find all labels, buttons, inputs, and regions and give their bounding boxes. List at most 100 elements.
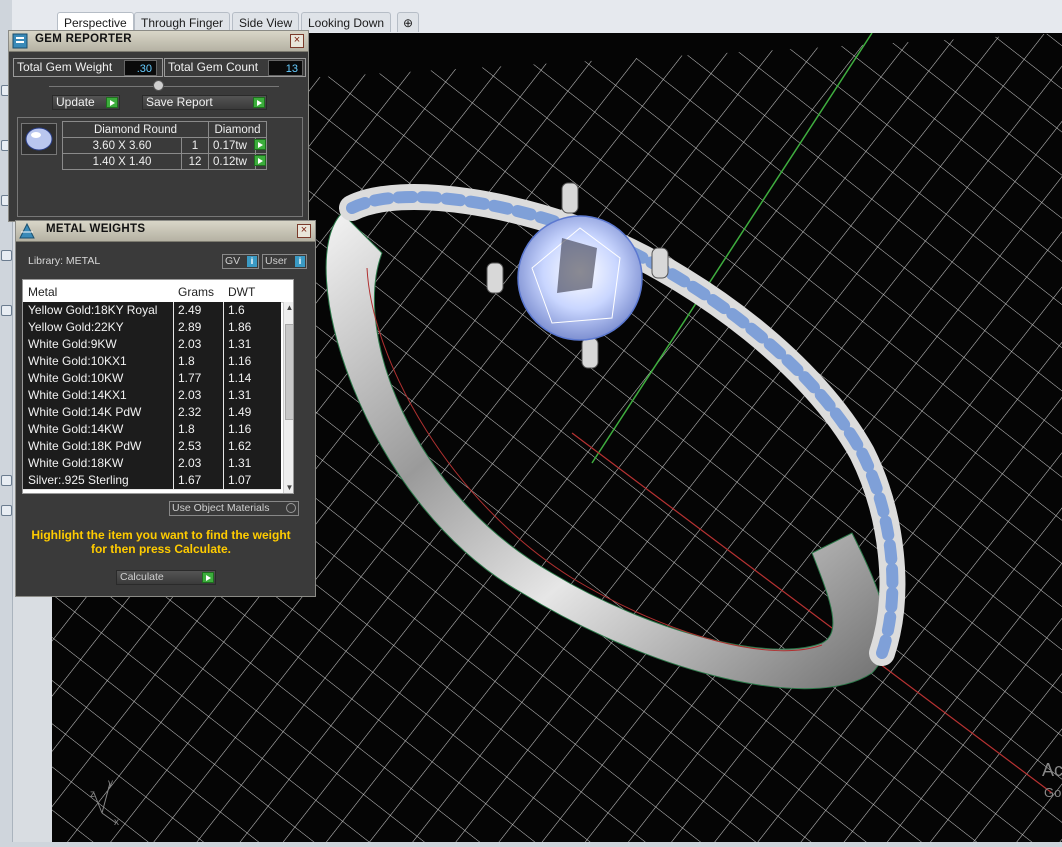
metal-weights-titlebar[interactable]: METAL WEIGHTS ×: [16, 221, 315, 242]
tool-icon[interactable]: [1, 250, 12, 261]
metal-name: Silver:.925 Sterling: [28, 473, 129, 487]
metal-dwt: 1.16: [228, 422, 252, 436]
tab-through-finger[interactable]: Through Finger: [134, 12, 231, 32]
save-report-button[interactable]: Save Report: [142, 95, 267, 110]
metal-table-row[interactable]: White Gold:14K PdW 2.32 1.49: [23, 404, 281, 422]
gem-row-select-button[interactable]: [254, 153, 267, 170]
gem-row[interactable]: 1.40 X 1.40 12 0.12tw: [62, 153, 267, 170]
column-divider: [173, 421, 174, 438]
metal-table-row[interactable]: White Gold:9KW 2.03 1.31: [23, 336, 281, 354]
column-divider: [173, 438, 174, 455]
grams-column-header[interactable]: Grams: [178, 285, 214, 299]
tab-side-view[interactable]: Side View: [232, 12, 300, 32]
total-gem-count-label: Total Gem Count: [168, 60, 259, 74]
metal-grams: 2.53: [178, 439, 202, 453]
metal-table-row[interactable]: Silver:.925 Sterling 1.67 1.07: [23, 472, 281, 490]
column-divider: [223, 438, 224, 455]
column-divider: [223, 421, 224, 438]
metal-dwt: 1.31: [228, 456, 252, 470]
column-divider: [223, 387, 224, 404]
metal-weights-title: METAL WEIGHTS: [46, 223, 146, 235]
axis-y-label: y: [108, 778, 113, 789]
metal-table-row[interactable]: White Gold:18K PdW 2.53 1.62: [23, 438, 281, 456]
scroll-down-icon[interactable]: ▼: [285, 483, 293, 492]
save-report-label: Save Report: [146, 95, 213, 109]
metal-name: White Gold:10KX1: [28, 354, 127, 368]
gem-report-icon: [11, 32, 29, 50]
tool-icon[interactable]: [1, 305, 12, 316]
user-button[interactable]: User i: [262, 254, 307, 269]
slider-track: [49, 86, 279, 87]
play-icon: [202, 572, 214, 583]
metal-name: White Gold:14KW: [28, 422, 124, 436]
metal-name: White Gold:10KW: [28, 371, 124, 385]
gem-row[interactable]: 3.60 X 3.60 1 0.17tw: [62, 137, 267, 154]
column-divider: [173, 404, 174, 421]
user-label: User: [265, 255, 288, 267]
close-icon[interactable]: ×: [290, 34, 304, 48]
column-divider: [223, 336, 224, 353]
metal-weight-icon: [18, 222, 36, 240]
metal-table-row[interactable]: White Gold:14KX1 2.03 1.31: [23, 387, 281, 405]
gem-reporter-titlebar[interactable]: GEM REPORTER ×: [9, 31, 308, 52]
close-icon[interactable]: ×: [297, 224, 311, 238]
gem-row-select-button[interactable]: [254, 137, 267, 154]
metal-table-row[interactable]: White Gold:10KW 1.77 1.14: [23, 370, 281, 388]
tab-looking-down[interactable]: Looking Down: [301, 12, 392, 32]
metal-weights-panel: METAL WEIGHTS × Library: METAL GV i User…: [15, 220, 316, 597]
gem-size: 1.40 X 1.40: [62, 153, 182, 170]
metal-grams: 2.03: [178, 456, 202, 470]
gem-reporter-panel: GEM REPORTER × Total Gem Weight .30 Tota…: [8, 30, 309, 222]
use-object-materials-button[interactable]: Use Object Materials: [169, 501, 299, 516]
metal-table-row[interactable]: Yellow Gold:18KY Royal 2.49 1.6: [23, 302, 281, 320]
metal-dwt: 1.16: [228, 354, 252, 368]
gv-label: GV: [225, 255, 241, 267]
total-gem-count-value: 13: [268, 60, 303, 76]
column-divider: [173, 387, 174, 404]
diamond-round-icon: [21, 123, 57, 155]
column-divider: [173, 353, 174, 370]
play-icon: [253, 97, 265, 108]
library-label: Library: METAL: [28, 255, 101, 267]
column-divider: [223, 472, 224, 489]
scrollbar-thumb[interactable]: [285, 324, 293, 420]
slider-handle[interactable]: [153, 80, 164, 91]
metal-name: White Gold:18K PdW: [28, 439, 142, 453]
metal-table-row[interactable]: White Gold:14KW 1.8 1.16: [23, 421, 281, 439]
info-icon: i: [247, 256, 257, 267]
metal-grams: 1.8: [178, 354, 195, 368]
column-divider: [223, 319, 224, 336]
update-label: Update: [56, 95, 95, 109]
play-icon: [106, 97, 118, 108]
metal-name: White Gold:18KW: [28, 456, 124, 470]
metal-table-row[interactable]: Yellow Gold:22KY 2.89 1.86: [23, 319, 281, 337]
play-icon: [254, 139, 266, 150]
metal-dwt: 1.62: [228, 439, 252, 453]
gem-weight: 0.17tw: [208, 137, 256, 154]
metal-dwt: 1.14: [228, 371, 252, 385]
column-divider: [223, 370, 224, 387]
add-tab-button[interactable]: ⊕: [397, 12, 419, 32]
metal-dwt: 1.86: [228, 320, 252, 334]
metal-dwt: 1.31: [228, 388, 252, 402]
metal-name: White Gold:14KX1: [28, 388, 127, 402]
column-divider: [173, 455, 174, 472]
scroll-up-icon[interactable]: ▲: [285, 303, 293, 312]
column-divider: [223, 302, 224, 319]
calculate-button[interactable]: Calculate: [116, 570, 216, 585]
metal-dwt: 1.6: [228, 303, 245, 317]
watermark-subtext: Go: [1044, 785, 1062, 800]
dwt-column-header[interactable]: DWT: [228, 285, 255, 299]
gem-count: 1: [181, 137, 209, 154]
total-gem-weight-value: .30: [124, 60, 157, 76]
metal-column-header[interactable]: Metal: [28, 285, 57, 299]
metal-table-row[interactable]: White Gold:10KX1 1.8 1.16: [23, 353, 281, 371]
metal-name: White Gold:14K PdW: [28, 405, 142, 419]
tool-icon[interactable]: [1, 505, 12, 516]
metal-table-row[interactable]: White Gold:18KW 2.03 1.31: [23, 455, 281, 473]
gv-button[interactable]: GV i: [222, 254, 259, 269]
tool-icon[interactable]: [1, 475, 12, 486]
update-button[interactable]: Update: [52, 95, 120, 110]
column-divider: [173, 472, 174, 489]
metal-table-scrollbar[interactable]: ▲ ▼: [283, 302, 293, 493]
